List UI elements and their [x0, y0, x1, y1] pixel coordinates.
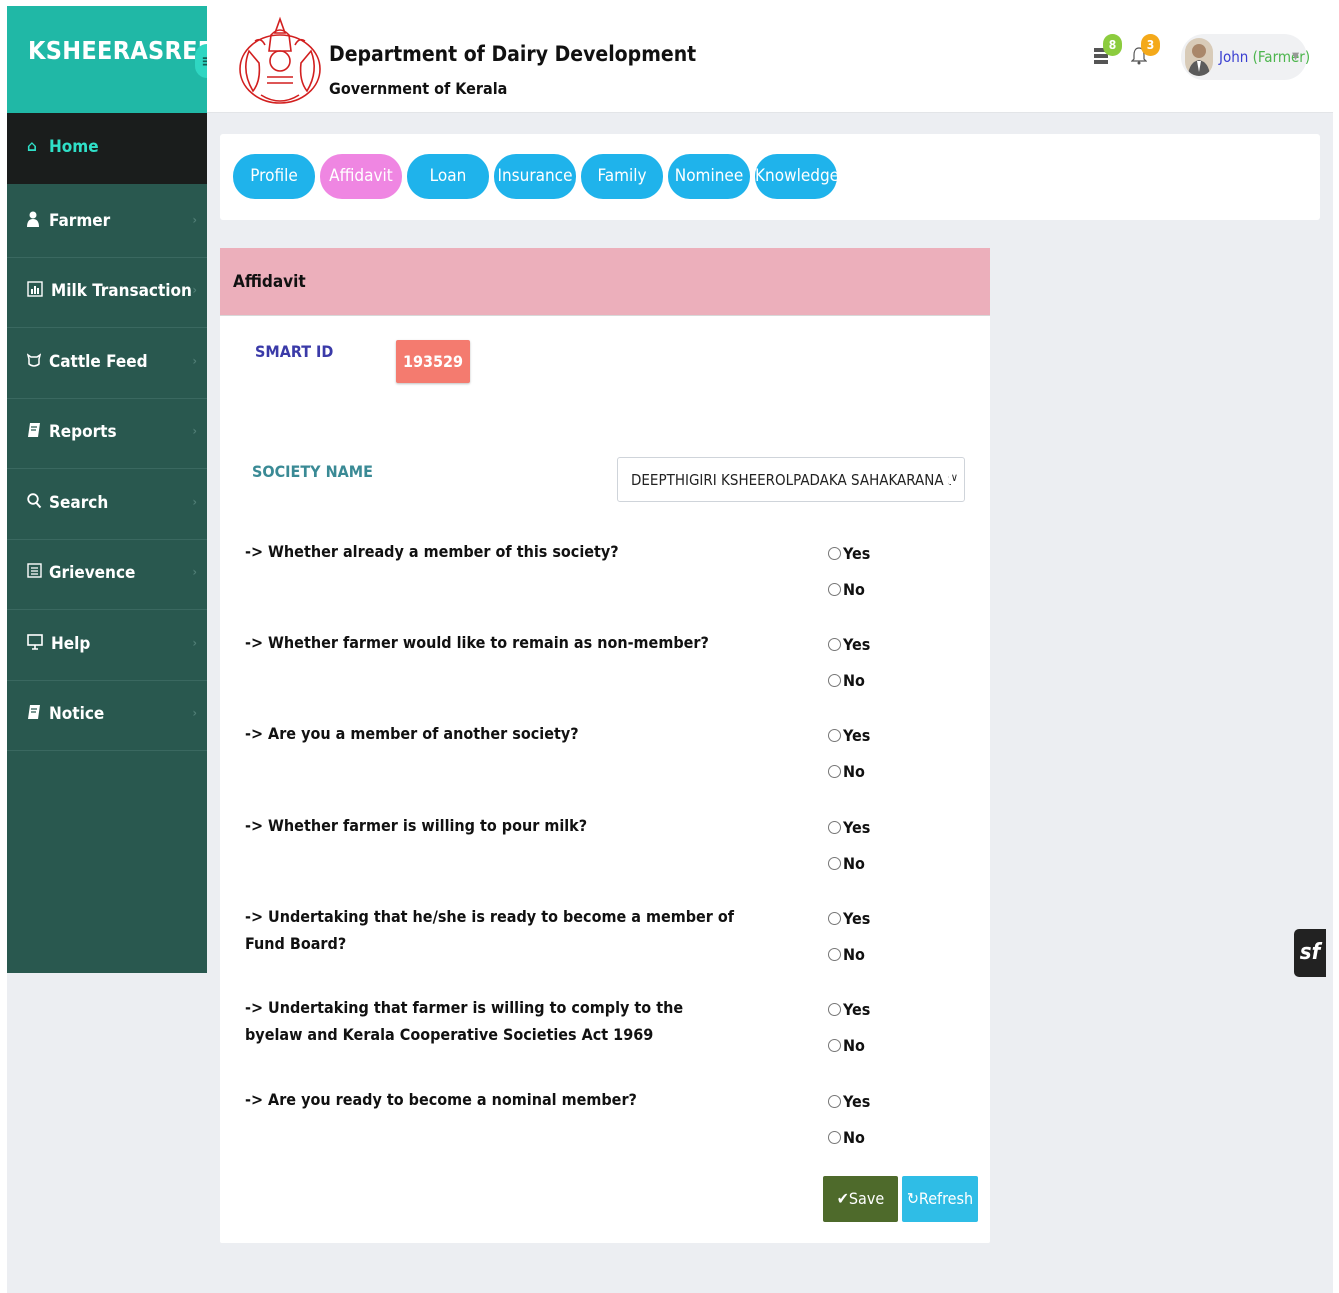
chevron-right-icon: › [192, 706, 197, 720]
page: KSHEERASREE ≡ Department of Dairy Develo… [7, 6, 1333, 1293]
radio-circle[interactable] [828, 948, 841, 961]
radio-circle[interactable] [828, 765, 841, 778]
brand-title[interactable]: KSHEERASREE [28, 36, 213, 65]
sidebar-item-search[interactable]: Search › [7, 469, 207, 540]
home-icon: ⌂ [27, 137, 37, 155]
department-title: Department of Dairy Development [329, 42, 697, 66]
sidebar-item-home[interactable]: ⌂ Home [7, 113, 207, 184]
smart-id-label: SMART ID [255, 342, 334, 361]
chevron-right-icon: › [192, 354, 197, 368]
messages-badge: 8 [1103, 34, 1122, 56]
brand-bar: KSHEERASREE [7, 6, 213, 113]
department-subtitle: Government of Kerala [329, 79, 508, 98]
radio-circle[interactable] [828, 674, 841, 687]
sidebar-item-notice[interactable]: Notice › [7, 680, 207, 751]
question-willing-pour-milk: -> Whether farmer is willing to pour mil… [245, 816, 588, 835]
messages-button[interactable]: 8 [1093, 34, 1122, 72]
card-title: Affidavit [233, 272, 306, 292]
question-already-member: -> Whether already a member of this soci… [245, 542, 619, 561]
tab-family[interactable]: Family [581, 154, 663, 199]
radio-circle[interactable] [828, 1039, 841, 1052]
cattle-icon [26, 352, 43, 372]
search-icon [27, 493, 43, 513]
radio-circle[interactable] [828, 583, 841, 596]
tab-loan[interactable]: Loan [407, 154, 489, 199]
chevron-right-icon: › [192, 424, 197, 438]
radio-circle[interactable] [828, 1131, 841, 1144]
radio-circle[interactable] [828, 1095, 841, 1108]
question-nominal-member: -> Are you ready to become a nominal mem… [245, 1090, 637, 1109]
radio-circle[interactable] [828, 638, 841, 651]
radio-circle[interactable] [828, 821, 841, 834]
sidebar-item-farmer[interactable]: Farmer › [7, 187, 207, 258]
book-icon [27, 704, 43, 724]
tabs-card: Profile Affidavit Loan Insurance Family … [220, 134, 1320, 220]
question-comply-byelaw: -> Undertaking that farmer is willing to… [245, 998, 684, 1044]
avatar [1185, 38, 1213, 76]
chevron-right-icon: › [192, 495, 197, 509]
affidavit-card: Affidavit SMART ID 193529 SOCIETY NAME D… [220, 248, 990, 1243]
chart-icon [27, 281, 43, 301]
chevron-down-icon: ∨ [948, 471, 958, 484]
radio-circle[interactable] [828, 912, 841, 925]
tab-affidavit[interactable]: Affidavit [320, 154, 402, 199]
sidebar-item-grievence[interactable]: Grievence › [7, 539, 207, 610]
chevron-right-icon: › [192, 636, 197, 650]
header-actions: 8 3 John (Farmer) ▼ [1093, 32, 1319, 82]
header: Department of Dairy Development Governme… [207, 6, 1333, 113]
sidebar-item-milk-transaction[interactable]: Milk Transaction › [7, 257, 207, 328]
affidavit-card-header: Affidavit [220, 248, 990, 316]
sidebar-item-reports[interactable]: Reports › [7, 398, 207, 469]
tab-nominee[interactable]: Nominee [668, 154, 750, 199]
society-select[interactable]: DEEPTHIGIRI KSHEEROLPADAKA SAHAKARANA SA… [617, 457, 965, 502]
tab-insurance[interactable]: Insurance [494, 154, 576, 199]
user-role: (Farmer) [1252, 48, 1311, 66]
chevron-down-icon: ▼ [1292, 51, 1299, 62]
user-icon [27, 211, 43, 231]
smart-id-value: 193529 [396, 340, 470, 383]
user-menu[interactable]: John (Farmer) ▼ [1181, 34, 1311, 80]
chevron-right-icon: › [192, 213, 197, 227]
question-fund-board: -> Undertaking that he/she is ready to b… [245, 907, 735, 953]
radio-circle[interactable] [828, 1003, 841, 1016]
tab-profile[interactable]: Profile [233, 154, 315, 199]
society-name-label: SOCIETY NAME [252, 462, 373, 481]
book-icon [27, 422, 43, 442]
chevron-right-icon: › [192, 565, 197, 579]
notifications-button[interactable]: 3 [1130, 34, 1160, 72]
tab-knowledge[interactable]: Knowledge [755, 154, 839, 199]
kerala-emblem-icon [239, 16, 321, 104]
question-remain-non-member: -> Whether farmer would like to remain a… [245, 633, 709, 652]
radio-circle[interactable] [828, 547, 841, 560]
notifications-badge: 3 [1141, 34, 1160, 56]
sidebar-item-cattle-feed[interactable]: Cattle Feed › [7, 328, 207, 399]
society-selected-value: DEEPTHIGIRI KSHEEROLPADAKA SAHAKARANA SA… [631, 471, 951, 489]
chevron-right-icon: › [192, 283, 197, 297]
refresh-button[interactable]: ↻Refresh [902, 1176, 978, 1222]
debug-toolbar-icon[interactable]: sf [1294, 929, 1326, 977]
sidebar: ⌂ Home Farmer › Milk Transaction › Cattl… [7, 113, 207, 973]
monitor-icon [27, 634, 43, 654]
save-button[interactable]: ✔Save [823, 1176, 898, 1222]
list-icon [27, 563, 43, 583]
radio-circle[interactable] [828, 857, 841, 870]
sidebar-item-help[interactable]: Help › [7, 610, 207, 681]
radio-circle[interactable] [828, 729, 841, 742]
question-member-another-society: -> Are you a member of another society? [245, 724, 579, 743]
